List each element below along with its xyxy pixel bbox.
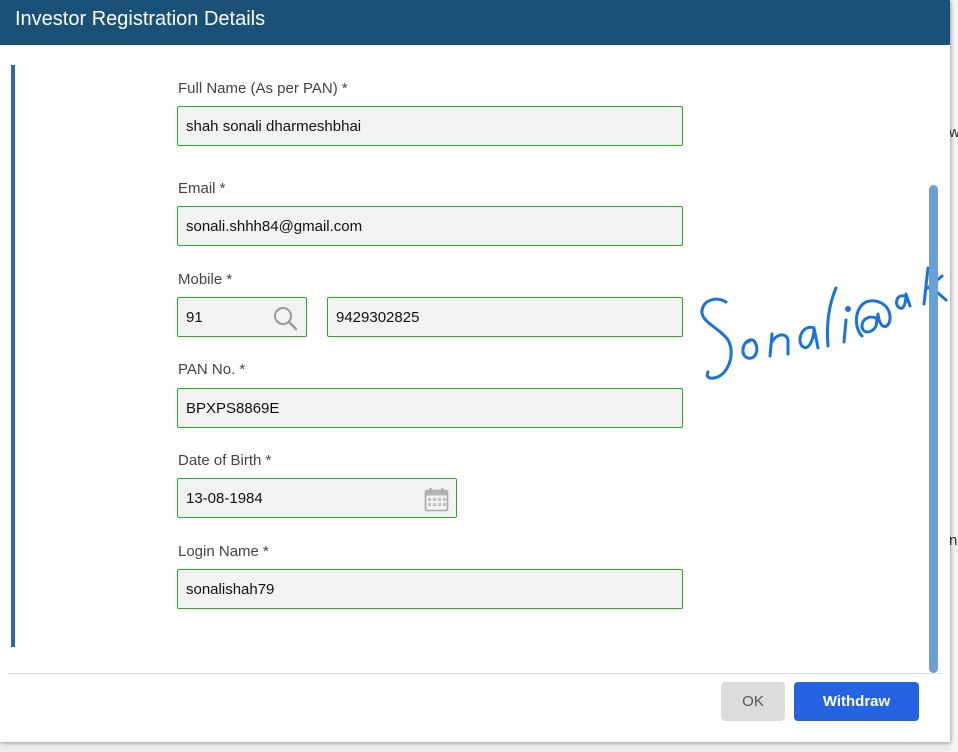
background-text-fragment: n (949, 532, 958, 549)
dob-field[interactable]: 13-08-1984 (177, 478, 457, 518)
ok-button[interactable]: OK (721, 682, 785, 721)
scrollbar-thumb[interactable] (929, 185, 938, 673)
background-text-fragment: w (949, 124, 958, 141)
content-accent-bar (11, 65, 15, 647)
email-label: Email * (178, 180, 226, 197)
country-code-value: 91 (186, 309, 203, 326)
scrollbar[interactable] (929, 185, 938, 673)
calendar-icon[interactable] (424, 487, 449, 517)
login-name-label: Login Name * (178, 543, 269, 560)
dob-value: 13-08-1984 (186, 490, 263, 507)
pan-label: PAN No. * (178, 361, 246, 378)
full-name-label: Full Name (As per PAN) * (178, 80, 348, 97)
login-name-field[interactable]: sonalishah79 (177, 569, 683, 609)
pan-field[interactable]: BPXPS8869E (177, 388, 683, 428)
registration-dialog: Investor Registration Details Full Name … (0, 0, 950, 742)
withdraw-button[interactable]: Withdraw (794, 682, 919, 721)
page-backdrop (950, 0, 958, 752)
email-field[interactable]: sonali.shhh84@gmail.com (177, 206, 683, 246)
dialog-title: Investor Registration Details (15, 8, 266, 30)
full-name-field[interactable]: shah sonali dharmeshbhai (177, 106, 683, 146)
handwritten-signature (690, 210, 950, 390)
footer-divider (8, 673, 942, 674)
mobile-number-field[interactable]: 9429302825 (327, 297, 683, 337)
dialog-titlebar: Investor Registration Details (0, 0, 950, 45)
mobile-label: Mobile * (178, 271, 233, 288)
dob-label: Date of Birth * (178, 452, 272, 469)
search-icon[interactable] (272, 305, 298, 336)
